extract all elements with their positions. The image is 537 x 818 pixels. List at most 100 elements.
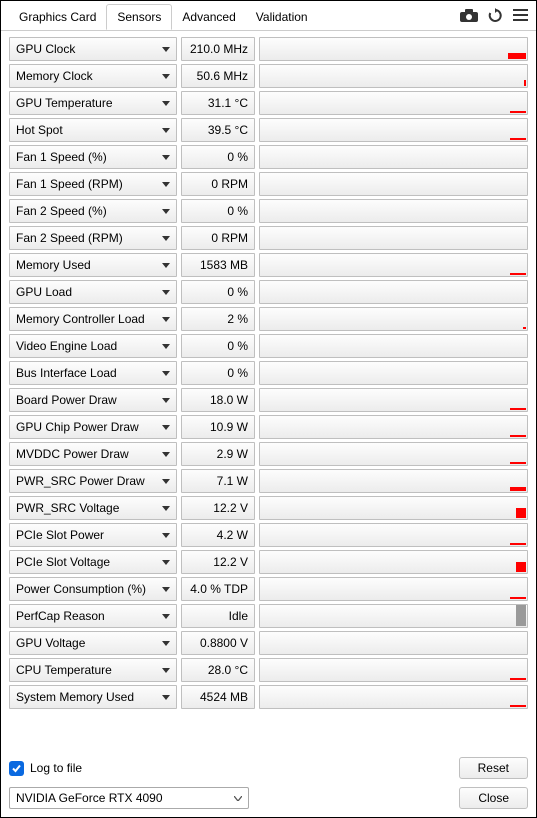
chevron-down-icon bbox=[162, 425, 170, 430]
sensor-label: PWR_SRC Voltage bbox=[16, 501, 119, 515]
sensor-label: Bus Interface Load bbox=[16, 366, 117, 380]
chevron-down-icon bbox=[162, 128, 170, 133]
sensor-label-dropdown[interactable]: PWR_SRC Power Draw bbox=[9, 469, 177, 493]
sensor-row: MVDDC Power Draw2.9 W bbox=[9, 442, 528, 466]
spark-indicator bbox=[523, 327, 526, 329]
sensor-label-dropdown[interactable]: Memory Controller Load bbox=[9, 307, 177, 331]
sensor-row: CPU Temperature28.0 °C bbox=[9, 658, 528, 682]
spark-indicator bbox=[510, 273, 526, 275]
sensor-row: Bus Interface Load 0 % bbox=[9, 361, 528, 385]
sensor-label-dropdown[interactable]: Memory Used bbox=[9, 253, 177, 277]
refresh-icon[interactable] bbox=[488, 8, 503, 23]
sensor-label-dropdown[interactable]: Fan 1 Speed (%) bbox=[9, 145, 177, 169]
sensor-label: GPU Load bbox=[16, 285, 72, 299]
sensor-row: Memory Controller Load2 % bbox=[9, 307, 528, 331]
chevron-down-icon bbox=[162, 668, 170, 673]
spark-indicator bbox=[510, 462, 526, 464]
spark-indicator bbox=[510, 138, 526, 140]
chevron-down-icon bbox=[162, 695, 170, 700]
sensor-value: 12.2 V bbox=[181, 496, 255, 520]
sensor-label-dropdown[interactable]: Fan 1 Speed (RPM) bbox=[9, 172, 177, 196]
sensor-value: 0 % bbox=[181, 145, 255, 169]
sensor-graph bbox=[259, 145, 528, 169]
chevron-down-icon bbox=[162, 74, 170, 79]
chevron-down-icon bbox=[162, 506, 170, 511]
sensor-label: Memory Used bbox=[16, 258, 91, 272]
spark-indicator bbox=[510, 111, 526, 113]
chevron-down-icon bbox=[162, 614, 170, 619]
sensor-graph bbox=[259, 604, 528, 628]
sensor-label-dropdown[interactable]: Fan 2 Speed (RPM) bbox=[9, 226, 177, 250]
tab-validation[interactable]: Validation bbox=[246, 5, 318, 29]
sensor-row: Board Power Draw18.0 W bbox=[9, 388, 528, 412]
tab-advanced[interactable]: Advanced bbox=[172, 5, 245, 29]
sensor-graph bbox=[259, 118, 528, 142]
sensor-value: 0 % bbox=[181, 280, 255, 304]
sensor-graph bbox=[259, 280, 528, 304]
sensor-label-dropdown[interactable]: Memory Clock bbox=[9, 64, 177, 88]
tab-sensors[interactable]: Sensors bbox=[106, 4, 172, 30]
log-to-file-label: Log to file bbox=[30, 761, 82, 775]
sensor-graph bbox=[259, 226, 528, 250]
sensor-label: Memory Clock bbox=[16, 69, 93, 83]
sensor-label: Board Power Draw bbox=[16, 393, 117, 407]
sensor-value: 39.5 °C bbox=[181, 118, 255, 142]
spark-indicator bbox=[510, 705, 526, 707]
sensor-label-dropdown[interactable]: GPU Load bbox=[9, 280, 177, 304]
sensor-label-dropdown[interactable]: GPU Temperature bbox=[9, 91, 177, 115]
sensor-graph bbox=[259, 64, 528, 88]
sensor-label-dropdown[interactable]: System Memory Used bbox=[9, 685, 177, 709]
sensor-label-dropdown[interactable]: PerfCap Reason bbox=[9, 604, 177, 628]
spark-indicator bbox=[516, 562, 526, 572]
sensor-row: GPU Load 0 % bbox=[9, 280, 528, 304]
sensor-label: PerfCap Reason bbox=[16, 609, 105, 623]
chevron-down-icon bbox=[162, 182, 170, 187]
log-to-file-checkbox[interactable]: Log to file bbox=[9, 761, 82, 776]
chevron-down-icon bbox=[162, 236, 170, 241]
chevron-down-icon bbox=[162, 479, 170, 484]
sensor-label-dropdown[interactable]: Video Engine Load bbox=[9, 334, 177, 358]
sensor-label-dropdown[interactable]: Fan 2 Speed (%) bbox=[9, 199, 177, 223]
sensor-row: PWR_SRC Voltage 12.2 V bbox=[9, 496, 528, 520]
sensor-graph bbox=[259, 685, 528, 709]
spark-indicator bbox=[510, 678, 526, 680]
sensor-value: 7.1 W bbox=[181, 469, 255, 493]
sensor-label-dropdown[interactable]: PWR_SRC Voltage bbox=[9, 496, 177, 520]
chevron-down-icon bbox=[162, 371, 170, 376]
chevron-down-icon bbox=[162, 452, 170, 457]
menu-icon[interactable] bbox=[513, 9, 528, 22]
close-button[interactable]: Close bbox=[459, 787, 528, 809]
sensor-value: 10.9 W bbox=[181, 415, 255, 439]
screenshot-icon[interactable] bbox=[460, 9, 478, 22]
spark-indicator bbox=[508, 53, 526, 59]
sensor-value: 50.6 MHz bbox=[181, 64, 255, 88]
sensor-value: 0 RPM bbox=[181, 172, 255, 196]
sensor-label-dropdown[interactable]: CPU Temperature bbox=[9, 658, 177, 682]
sensor-label-dropdown[interactable]: Board Power Draw bbox=[9, 388, 177, 412]
chevron-down-icon bbox=[162, 263, 170, 268]
sensor-value: 4.2 W bbox=[181, 523, 255, 547]
sensor-label-dropdown[interactable]: GPU Voltage bbox=[9, 631, 177, 655]
chevron-down-icon bbox=[162, 209, 170, 214]
gpu-select-value: NVIDIA GeForce RTX 4090 bbox=[16, 791, 163, 805]
sensor-label-dropdown[interactable]: PCIe Slot Voltage bbox=[9, 550, 177, 574]
sensor-value: 0 % bbox=[181, 361, 255, 385]
sensor-label-dropdown[interactable]: Hot Spot bbox=[9, 118, 177, 142]
sensor-graph bbox=[259, 307, 528, 331]
sensor-row: GPU Chip Power Draw10.9 W bbox=[9, 415, 528, 439]
reset-button[interactable]: Reset bbox=[459, 757, 528, 779]
gpu-select[interactable]: NVIDIA GeForce RTX 4090 bbox=[9, 787, 249, 809]
sensor-label-dropdown[interactable]: Bus Interface Load bbox=[9, 361, 177, 385]
chevron-down-icon bbox=[162, 47, 170, 52]
tab-graphics-card[interactable]: Graphics Card bbox=[9, 5, 106, 29]
spark-indicator bbox=[516, 604, 526, 626]
sensor-row: PCIe Slot Power4.2 W bbox=[9, 523, 528, 547]
sensor-label-dropdown[interactable]: GPU Chip Power Draw bbox=[9, 415, 177, 439]
sensor-value: 1583 MB bbox=[181, 253, 255, 277]
sensor-label-dropdown[interactable]: PCIe Slot Power bbox=[9, 523, 177, 547]
sensor-label-dropdown[interactable]: GPU Clock bbox=[9, 37, 177, 61]
chevron-down-icon bbox=[162, 344, 170, 349]
sensor-label-dropdown[interactable]: MVDDC Power Draw bbox=[9, 442, 177, 466]
sensor-value: 0 RPM bbox=[181, 226, 255, 250]
sensor-label-dropdown[interactable]: Power Consumption (%) bbox=[9, 577, 177, 601]
